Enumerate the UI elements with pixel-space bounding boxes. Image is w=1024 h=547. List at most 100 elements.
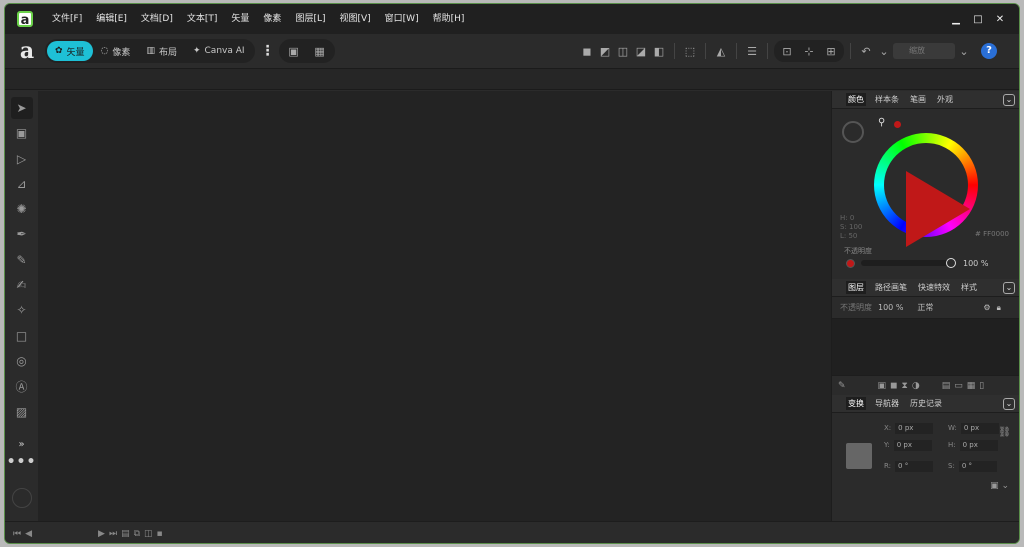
last-page-icon[interactable]: ⏭ — [109, 529, 117, 539]
menu-window[interactable]: 窗口[W] — [378, 4, 426, 34]
rectangle-tool-icon[interactable]: □ — [11, 325, 33, 347]
knife-tool-icon[interactable]: ✺ — [11, 198, 33, 220]
eyedropper-icon[interactable]: ⚲ — [878, 117, 885, 128]
opacity-slider[interactable] — [861, 258, 956, 268]
tab-history[interactable]: 历史记录 — [908, 397, 944, 410]
link-icon[interactable]: ⛓ — [998, 427, 1011, 438]
trash-icon[interactable]: ▯ — [979, 381, 984, 391]
next-page-icon[interactable]: ▶ — [98, 529, 105, 539]
gear-icon[interactable]: ⚙ — [983, 303, 990, 312]
fill-stroke-selector[interactable] — [842, 121, 864, 143]
collapse-panel-icon[interactable]: ⌄ — [1003, 282, 1015, 294]
pencil-tool-icon[interactable]: ✎ — [11, 249, 33, 271]
first-page-icon[interactable]: ⏮ — [13, 529, 21, 539]
opacity-value[interactable]: 100 % — [963, 259, 988, 268]
tab-transform[interactable]: 变换 — [846, 397, 866, 410]
flip-icon[interactable]: ◭ — [712, 42, 730, 60]
snap-icon[interactable]: ⊡ — [778, 42, 796, 60]
tab-navigator[interactable]: 导航器 — [873, 397, 901, 410]
adjust-icon[interactable]: ⧗ — [902, 381, 908, 391]
tab-brushes[interactable]: 路径画笔 — [873, 281, 909, 294]
persona-canva-ai-button[interactable]: ✦ Canva AI — [185, 41, 253, 61]
tools-ellipsis-icon[interactable]: ••• — [7, 454, 37, 470]
menu-text[interactable]: 文本[T] — [180, 4, 225, 34]
user-avatar-icon[interactable] — [11, 487, 32, 508]
menu-pixel[interactable]: 像素 — [256, 4, 288, 34]
minimize-button[interactable]: ▁ — [945, 14, 967, 25]
boolean-xor-icon[interactable]: ◪ — [632, 42, 650, 60]
group-icon[interactable]: ▤ — [942, 381, 951, 391]
layers-opacity-value[interactable]: 100 % — [878, 303, 903, 312]
help-button[interactable]: ? — [981, 43, 997, 59]
corner-tool-icon[interactable]: ⊿ — [11, 173, 33, 195]
menu-vector[interactable]: 矢量 — [224, 4, 256, 34]
image-tool-icon[interactable]: ▨ — [11, 401, 33, 423]
snap-bbox-icon[interactable]: ⊞ — [822, 42, 840, 60]
tab-styles[interactable]: 样式 — [959, 281, 979, 294]
duplicate-icon[interactable]: ◫ — [144, 529, 153, 539]
transform-options-icon[interactable]: ▣ ⌄ — [990, 481, 1009, 491]
grid-icon[interactable]: ▦ — [311, 42, 329, 60]
fill-tool-icon[interactable]: ✧ — [11, 299, 33, 321]
more-options-button[interactable]: ⋮ — [261, 43, 275, 59]
mask-icon[interactable]: ◼ — [890, 381, 897, 391]
prev-page-icon[interactable]: ◀ — [25, 529, 32, 539]
transform-icon[interactable]: ⬚ — [681, 42, 699, 60]
s-input[interactable]: 0 ° — [958, 461, 997, 472]
menu-file[interactable]: 文件[F] — [45, 4, 89, 34]
edit-icon[interactable]: ✎ — [838, 381, 846, 391]
opacity-knob[interactable] — [946, 258, 956, 268]
tab-layers[interactable]: 图层 — [846, 281, 866, 294]
menu-help[interactable]: 帮助[H] — [426, 4, 472, 34]
fx-icon[interactable]: ▣ — [878, 381, 887, 391]
color-triangle[interactable] — [906, 171, 970, 247]
chevron-down-icon[interactable]: ⌄ — [875, 42, 893, 60]
h-input[interactable]: 0 px — [959, 440, 998, 451]
collapse-panel-icon[interactable]: ⌄ — [1003, 398, 1015, 410]
page-icon[interactable]: ▤ — [121, 529, 130, 539]
boolean-divide-icon[interactable]: ◧ — [650, 42, 668, 60]
half-circle-icon[interactable]: ◑ — [912, 381, 920, 391]
text-frame-icon[interactable]: ▣ — [285, 42, 303, 60]
w-input[interactable]: 0 px — [960, 423, 999, 434]
brush-tool-icon[interactable]: ✍ — [11, 274, 33, 296]
snap-node-icon[interactable]: ⊹ — [800, 42, 818, 60]
maximize-button[interactable]: □ — [967, 14, 989, 25]
close-button[interactable]: ✕ — [989, 14, 1011, 25]
page-link-icon[interactable]: ⧉ — [134, 529, 140, 539]
shape-tool-icon[interactable]: ◎ — [11, 350, 33, 372]
tab-fx[interactable]: 快速特效 — [916, 281, 952, 294]
undo-icon[interactable]: ↶ — [857, 42, 875, 60]
boolean-add-icon[interactable]: ◼ — [578, 42, 596, 60]
chevron-down-icon[interactable]: ⌄ — [955, 42, 973, 60]
menu-layer[interactable]: 图层[L] — [288, 4, 332, 34]
lock-icon[interactable]: 🔒︎ — [997, 303, 1001, 313]
folder-icon[interactable]: ▭ — [954, 381, 963, 391]
move-tool-icon[interactable]: ➤ — [10, 97, 33, 119]
text-tool-icon[interactable]: Ⓐ — [11, 375, 33, 397]
collapse-panel-icon[interactable]: ⌄ — [1003, 94, 1015, 106]
tab-color[interactable]: 颜色 — [846, 93, 866, 106]
document-canvas[interactable] — [38, 91, 831, 521]
hex-value[interactable]: # FF0000 — [975, 230, 1009, 238]
tab-stroke[interactable]: 笔画 — [908, 93, 928, 106]
node-tool-icon[interactable]: ▷ — [11, 148, 33, 170]
boolean-intersect-icon[interactable]: ◫ — [614, 42, 632, 60]
artboard-tool-icon[interactable]: ▣ — [11, 122, 33, 144]
persona-vector-button[interactable]: ✿ 矢量 — [47, 41, 93, 61]
pen-tool-icon[interactable]: ✒ — [11, 223, 33, 245]
r-input[interactable]: 0 ° — [895, 461, 934, 472]
y-input[interactable]: 0 px — [893, 440, 932, 451]
menu-document[interactable]: 文档[D] — [134, 4, 180, 34]
color-wheel[interactable] — [874, 133, 978, 247]
anchor-selector[interactable] — [846, 443, 872, 469]
persona-pixel-button[interactable]: ◌ 像素 — [93, 41, 139, 61]
persona-layout-button[interactable]: ▥ 布局 — [138, 41, 185, 61]
menu-edit[interactable]: 编辑[E] — [89, 4, 134, 34]
layers-blend-mode[interactable]: 正常 — [917, 302, 967, 313]
layers-list[interactable] — [832, 319, 1019, 375]
tools-more-icon[interactable]: » — [18, 439, 24, 450]
menu-view[interactable]: 视图[V] — [332, 4, 377, 34]
align-icon[interactable]: ☰ — [743, 42, 761, 60]
tab-swatches[interactable]: 样本条 — [873, 93, 901, 106]
